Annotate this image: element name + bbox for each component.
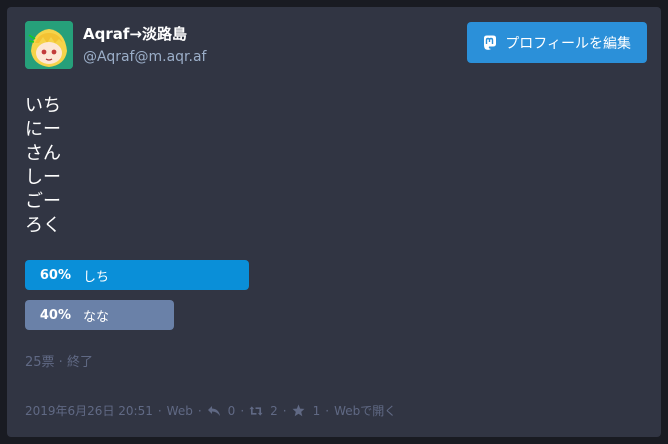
separator-dot: ·	[197, 403, 202, 418]
status-content: いち にー さん しー ごー ろく	[25, 94, 61, 238]
poll-option-label: なな	[83, 309, 110, 325]
retweet-icon[interactable]	[249, 404, 263, 418]
separator-dot: ·	[157, 403, 162, 418]
poll-footer: 25票 · 終了	[25, 355, 93, 370]
open-on-web-link[interactable]: Webで開く	[334, 402, 396, 419]
reply-icon[interactable]	[207, 404, 221, 418]
timestamp-link[interactable]: 2019年6月26日 20:51	[25, 402, 153, 419]
poll-option-label: しち	[83, 269, 110, 285]
mastodon-logo-icon	[481, 34, 499, 52]
visibility-label: Web	[166, 403, 193, 418]
reply-count: 0	[227, 403, 236, 418]
poll-percent: 60%	[39, 267, 71, 283]
status-line: しー	[25, 167, 61, 188]
account-handle[interactable]: @Aqraf@m.aqr.af	[83, 49, 206, 65]
avatar[interactable]	[25, 21, 73, 69]
poll: 60% しち 40% なな	[25, 260, 435, 340]
separator-dot: ·	[325, 403, 330, 418]
favourite-count: 1	[312, 403, 321, 418]
status-card: Aqraf→淡路島 @Aqraf@m.aqr.af プロフィールを編集 いち に…	[7, 7, 661, 437]
edit-profile-button[interactable]: プロフィールを編集	[467, 22, 647, 63]
status-line: さん	[25, 143, 61, 164]
status-meta: 2019年6月26日 20:51 · Web · 0 · 2 · 1 · Web…	[25, 402, 396, 419]
poll-option: 60% しち	[25, 260, 435, 290]
status-line: にー	[25, 119, 61, 140]
star-icon[interactable]	[292, 404, 306, 418]
reblog-count: 2	[270, 403, 278, 418]
separator-dot: ·	[240, 403, 245, 418]
status-line: ろく	[25, 215, 61, 236]
separator-dot: ·	[282, 403, 287, 418]
poll-option: 40% なな	[25, 300, 435, 330]
poll-percent: 40%	[39, 307, 71, 323]
edit-profile-label: プロフィールを編集	[505, 35, 631, 52]
status-line: ごー	[25, 191, 61, 212]
status-line: いち	[25, 95, 61, 116]
display-name[interactable]: Aqraf→淡路島	[83, 23, 187, 44]
